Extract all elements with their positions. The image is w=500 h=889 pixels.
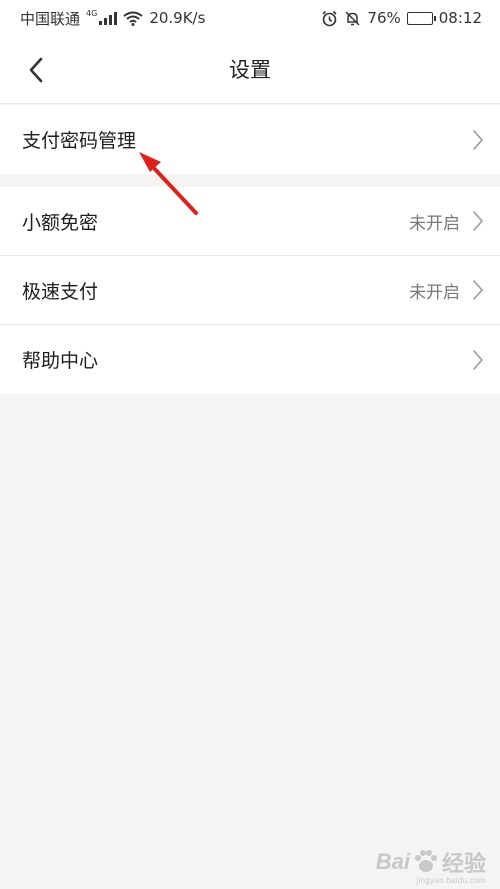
watermark-subtitle: 经验 bbox=[441, 851, 486, 876]
network-type-label: 4G bbox=[86, 8, 98, 18]
page-title: 设置 bbox=[229, 58, 271, 82]
battery-icon bbox=[406, 11, 436, 25]
network-speed-label: 20.9K/s bbox=[149, 9, 206, 27]
navigation-bar: 设置 bbox=[0, 36, 500, 104]
chevron-left-icon bbox=[29, 57, 43, 83]
chevron-right-icon bbox=[468, 277, 488, 303]
settings-group-payment: 小额免密 未开启 极速支付 未开启 帮助中心 bbox=[0, 187, 500, 394]
paw-icon bbox=[414, 850, 437, 872]
signal-icon bbox=[99, 11, 118, 25]
carrier-label: 中国联通 bbox=[20, 9, 81, 28]
settings-item-fast-pay[interactable]: 极速支付 未开启 bbox=[0, 256, 500, 325]
settings-item-label: 极速支付 bbox=[22, 280, 99, 303]
settings-item-label: 帮助中心 bbox=[22, 350, 99, 372]
clock-label: 08:12 bbox=[438, 9, 482, 27]
back-button[interactable] bbox=[18, 50, 54, 90]
settings-item-help-center[interactable]: 帮助中心 bbox=[0, 325, 500, 394]
settings-item-label: 小额免密 bbox=[22, 211, 99, 234]
watermark-brand: Bai bbox=[375, 849, 410, 874]
settings-group-password: 支付密码管理 bbox=[0, 105, 500, 174]
status-bar-right: 76% 08:12 bbox=[321, 9, 482, 27]
alarm-icon bbox=[322, 10, 337, 26]
settings-item-status: 未开启 bbox=[409, 213, 460, 234]
chevron-right-icon bbox=[468, 127, 488, 153]
status-bar-left: 中国联通 4G 20.9K/s bbox=[20, 8, 205, 29]
settings-item-small-amount[interactable]: 小额免密 未开启 bbox=[0, 187, 500, 256]
settings-item-status: 未开启 bbox=[409, 282, 460, 303]
status-bar: 中国联通 4G 20.9K/s 76% 08:12 bbox=[0, 0, 500, 36]
battery-percent-label: 76% bbox=[367, 9, 401, 27]
watermark-url: jingyan.baidu.com bbox=[416, 876, 486, 885]
settings-item-label: 支付密码管理 bbox=[22, 130, 137, 152]
settings-item-payment-password[interactable]: 支付密码管理 bbox=[0, 105, 500, 174]
mute-bell-icon bbox=[345, 10, 360, 26]
chevron-right-icon bbox=[468, 208, 488, 234]
wifi-icon bbox=[123, 11, 143, 26]
chevron-right-icon bbox=[468, 347, 488, 373]
watermark: Bai 经验 jingyan.baidu.com bbox=[376, 846, 486, 885]
